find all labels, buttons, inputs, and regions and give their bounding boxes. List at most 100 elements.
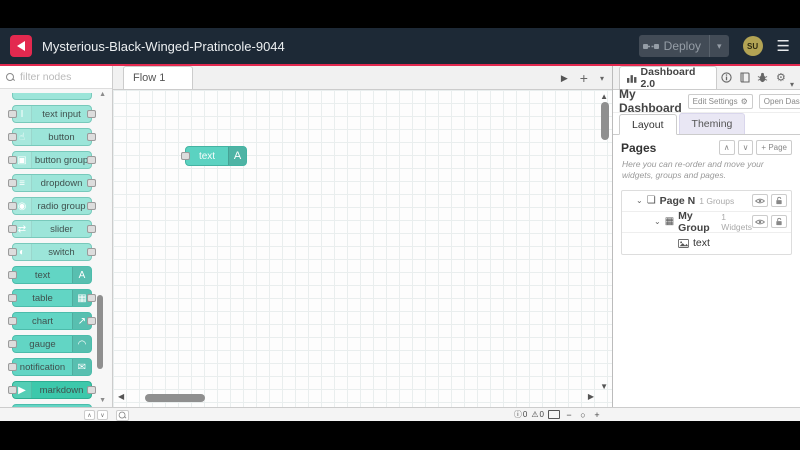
node-output-port <box>87 248 96 256</box>
tree-row-widget[interactable]: text <box>622 233 791 254</box>
sidebar-tabs-chevron-icon[interactable]: ▾ <box>790 80 794 89</box>
flowfuse-logo-icon[interactable] <box>10 35 32 57</box>
warning-icon: ⚠ <box>531 410 539 419</box>
tab-config[interactable]: ⚙ <box>772 65 790 89</box>
move-page-down-button[interactable]: ∨ <box>737 140 754 155</box>
palette-node-label: radio group <box>37 200 86 212</box>
node-output-port <box>87 202 96 210</box>
collapse-caret-icon[interactable]: ⌄ <box>654 217 661 226</box>
palette-node-notification[interactable]: notification ✉ <box>8 358 92 376</box>
lock-icon <box>776 218 782 226</box>
palette-node-label: button group <box>34 154 89 166</box>
book-icon <box>740 71 750 83</box>
deploy-button[interactable]: Deploy ▾ <box>638 35 729 57</box>
palette-node-slider[interactable]: ⇄ slider <box>8 220 96 238</box>
search-icon <box>6 72 15 82</box>
canvas-search-button[interactable] <box>116 410 129 421</box>
user-avatar[interactable]: SU <box>742 36 763 56</box>
info-circle-icon: ⓘ <box>513 410 522 419</box>
palette-node-text[interactable]: text A <box>8 266 92 284</box>
lock-icon <box>776 197 782 205</box>
group-icon: ▦ <box>664 216 675 228</box>
palette-node-list: Itext input ☝ button ▣ button group ≡ dropdown… <box>0 89 112 407</box>
flow-tab[interactable]: Flow 1 <box>123 66 193 89</box>
main-menu-icon[interactable]: ☰ <box>777 39 790 54</box>
node-input-port <box>8 363 17 371</box>
flow-list-chevron-icon[interactable]: ▾ <box>600 74 604 83</box>
warning-count[interactable]: ⚠ 0 <box>531 410 544 419</box>
palette-node-button[interactable]: ☝ button <box>8 128 96 146</box>
page-icon: ❏ <box>646 195 656 207</box>
canvas-scroll-right-icon[interactable]: ▶ <box>588 392 594 401</box>
flow-canvas[interactable]: text A ▲ ▼ ◀ ▶ <box>113 90 612 407</box>
letterbox-bottom <box>0 421 800 450</box>
canvas-scroll-up-icon[interactable]: ▲ <box>600 92 608 101</box>
editor-header: Mysterious-Black-Winged-Pratincole-9044 … <box>0 28 800 66</box>
edit-settings-button[interactable]: Edit Settings ⚙ <box>687 93 753 109</box>
tab-layout[interactable]: Layout <box>619 114 677 135</box>
node-input-port <box>8 156 17 164</box>
node-input-port[interactable] <box>181 152 190 160</box>
palette-node-gauge[interactable]: gauge ◠ <box>8 335 92 353</box>
search-icon <box>118 411 127 420</box>
canvas-scroll-down-icon[interactable]: ▼ <box>600 382 608 391</box>
node-output-port <box>87 133 96 141</box>
tab-theming[interactable]: Theming <box>678 113 746 134</box>
node-input-port <box>8 317 17 325</box>
group-visibility-button[interactable] <box>752 215 768 229</box>
add-flow-button[interactable]: + <box>580 70 588 86</box>
add-page-button[interactable]: + Page <box>756 140 792 155</box>
palette-node-table[interactable]: table ▦ <box>8 289 96 307</box>
palette-node-label: button <box>48 131 75 143</box>
tree-row-page[interactable]: ⌄ ❏ Page N 1 Groups <box>622 191 791 212</box>
palette-node-label: dropdown <box>40 177 83 189</box>
letterbox-top <box>0 0 800 28</box>
tree-row-group[interactable]: ⌄ ▦ My Group 1 Widgets <box>622 210 791 234</box>
zoom-out-button[interactable]: − <box>564 410 574 420</box>
group-count: 1 Groups <box>699 195 735 206</box>
deploy-options-chevron-icon[interactable]: ▾ <box>709 35 729 57</box>
canvas-horizontal-scrollbar[interactable] <box>145 394 205 402</box>
palette-filter[interactable]: filter nodes <box>0 66 112 89</box>
open-dashboard-button[interactable]: Open Dashboard ↗ <box>758 93 800 109</box>
collapse-caret-icon[interactable]: ⌄ <box>636 196 643 205</box>
palette-scrollbar[interactable] <box>97 295 103 369</box>
tab-debug[interactable] <box>754 65 772 89</box>
palette-node-button-group[interactable]: ▣ button group <box>8 151 96 169</box>
palette-collapse-down-button[interactable]: ∨ <box>97 410 108 420</box>
deploy-nodes-icon <box>642 43 659 49</box>
tab-info[interactable] <box>717 65 735 89</box>
palette-filter-placeholder: filter nodes <box>20 71 72 83</box>
palette-scroll-down-icon[interactable]: ▼ <box>99 397 106 404</box>
tab-help[interactable] <box>736 65 754 89</box>
zoom-in-button[interactable]: + <box>592 410 602 420</box>
palette-node-radio-group[interactable]: ◉ radio group <box>8 197 96 215</box>
move-page-up-button[interactable]: ∧ <box>718 140 735 155</box>
palette-scroll-up-icon[interactable]: ▲ <box>99 91 106 98</box>
info-count[interactable]: ⓘ 0 <box>514 409 527 420</box>
palette-node-label: notification <box>19 361 66 373</box>
canvas-vertical-scrollbar[interactable] <box>601 102 609 140</box>
node-output-port <box>87 179 96 187</box>
page-visibility-button[interactable] <box>752 194 768 208</box>
main-area: filter nodes Itext input ☝ button ▣ button g… <box>0 66 800 407</box>
palette-node-chart[interactable]: chart ↗ <box>8 312 96 330</box>
palette-node-partial[interactable] <box>12 93 92 100</box>
tab-scroll-right-icon[interactable]: ▶ <box>561 73 568 84</box>
canvas-node-text[interactable]: text A <box>181 146 247 166</box>
node-input-port <box>8 202 17 210</box>
palette-node-dropdown[interactable]: ≡ dropdown <box>8 174 96 192</box>
palette-collapse-up-button[interactable]: ∧ <box>84 410 95 420</box>
palette-node-switch[interactable]: ◐ switch <box>8 243 96 261</box>
page-lock-button[interactable] <box>771 194 787 208</box>
group-lock-button[interactable] <box>771 215 787 229</box>
palette-node-label: slider <box>50 223 73 235</box>
palette-node-text-input[interactable]: Itext input <box>8 105 96 123</box>
zoom-reset-button[interactable]: ○ <box>578 410 588 420</box>
canvas-scroll-left-icon[interactable]: ◀ <box>118 392 124 401</box>
dashboard-header: My Dashboard Edit Settings ⚙ Open Dashbo… <box>613 87 800 115</box>
minimap-toggle-button[interactable] <box>548 410 560 419</box>
widget-count: 1 Widgets <box>721 211 753 232</box>
tab-dashboard-2[interactable]: Dashboard 2.0 <box>619 66 718 90</box>
palette-node-markdown[interactable]: ▶ markdown <box>8 381 96 399</box>
